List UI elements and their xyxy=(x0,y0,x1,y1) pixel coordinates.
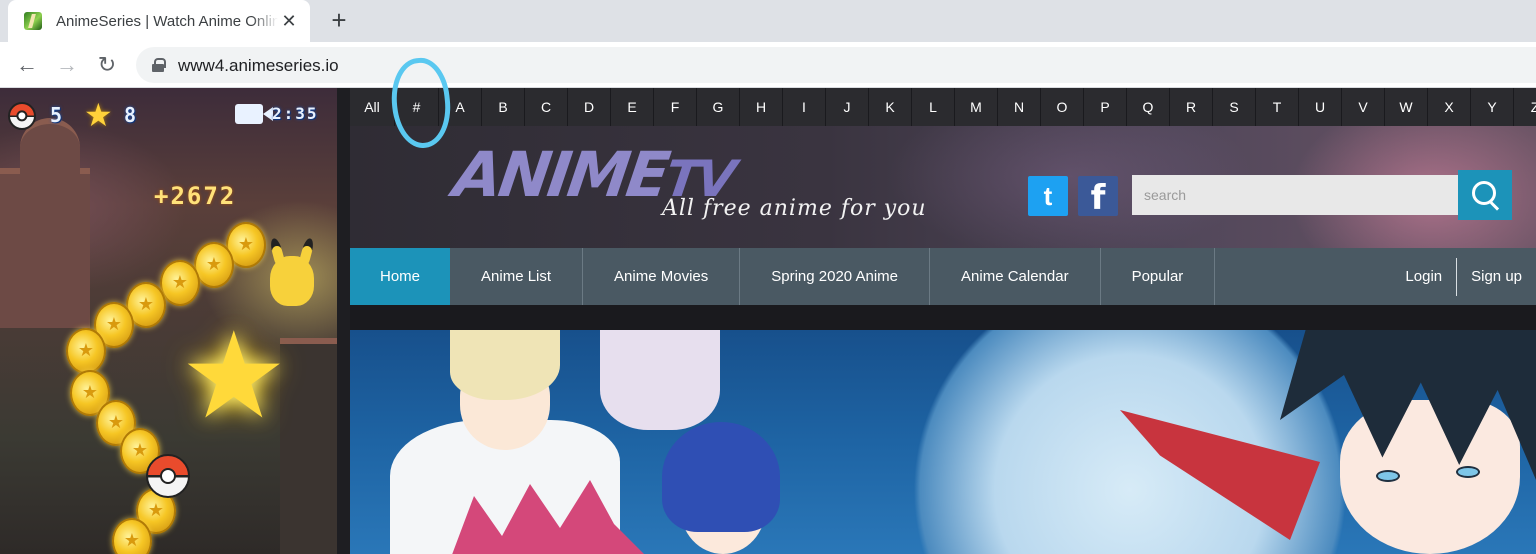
az-filter-e[interactable]: E xyxy=(611,88,654,126)
nav-item-anime-movies[interactable]: Anime Movies xyxy=(583,248,741,305)
az-filter-all[interactable]: All xyxy=(350,88,395,126)
score-popup: +2672 xyxy=(154,182,237,210)
game-advertisement[interactable]: 5 ★ 8 2:35 +2672 ★ xyxy=(0,88,337,554)
az-filter-r[interactable]: R xyxy=(1170,88,1213,126)
az-filter-i[interactable]: I xyxy=(783,88,826,126)
az-filter-c[interactable]: C xyxy=(525,88,568,126)
star-icon: ★ xyxy=(84,97,113,133)
browser-tabstrip: AnimeSeries | Watch Anime Online ✕ + xyxy=(0,0,1536,42)
az-filter-w[interactable]: W xyxy=(1385,88,1428,126)
lock-icon[interactable] xyxy=(152,58,166,72)
az-filter-j[interactable]: J xyxy=(826,88,869,126)
az-filter-h[interactable]: H xyxy=(740,88,783,126)
facebook-icon[interactable]: f xyxy=(1078,176,1118,218)
pokeball-icon xyxy=(146,454,190,498)
az-filter-q[interactable]: Q xyxy=(1127,88,1170,126)
close-tab-icon[interactable]: ✕ xyxy=(280,12,298,30)
az-filter-v[interactable]: V xyxy=(1342,88,1385,126)
coin xyxy=(160,260,200,306)
nav-item-popular[interactable]: Popular xyxy=(1101,248,1216,305)
search-input[interactable] xyxy=(1132,175,1458,215)
featured-anime-banner[interactable] xyxy=(350,330,1536,554)
video-camera-icon xyxy=(235,104,273,124)
twitter-icon[interactable]: t xyxy=(1028,176,1068,216)
az-filter-m[interactable]: M xyxy=(955,88,998,126)
nav-item-spring-2020-anime[interactable]: Spring 2020 Anime xyxy=(740,248,931,305)
az-filter-z[interactable]: Z xyxy=(1514,88,1536,126)
az-filter-n[interactable]: N xyxy=(998,88,1041,126)
az-filter-g[interactable]: G xyxy=(697,88,740,126)
main-navigation: Home Anime List Anime Movies Spring 2020 An… xyxy=(350,248,1536,305)
back-button[interactable]: ← xyxy=(14,52,40,78)
coin xyxy=(194,242,234,288)
browser-toolbar: ← → ↻ www4.animeseries.io xyxy=(0,42,1536,88)
az-filter-x[interactable]: X xyxy=(1428,88,1471,126)
new-tab-button[interactable]: + xyxy=(326,7,352,34)
site-header: ANIMETV All free anime for you t f xyxy=(350,126,1536,248)
forward-button[interactable]: → xyxy=(54,52,80,78)
coin xyxy=(66,328,106,374)
banner-red-scarf xyxy=(1120,410,1320,540)
nav-item-home[interactable]: Home xyxy=(350,248,451,305)
az-filter-t[interactable]: T xyxy=(1256,88,1299,126)
pokeball-count: 5 xyxy=(50,103,63,127)
signup-link[interactable]: Sign up xyxy=(1457,268,1536,285)
pikachu-character xyxy=(262,237,322,308)
search-icon[interactable] xyxy=(1458,170,1512,220)
pokeball-icon xyxy=(8,102,36,130)
az-filter-l[interactable]: L xyxy=(912,88,955,126)
nav-item-anime-calendar[interactable]: Anime Calendar xyxy=(930,248,1101,305)
banner-character-lavender-hair xyxy=(600,330,720,430)
browser-tab[interactable]: AnimeSeries | Watch Anime Online ✕ xyxy=(8,0,310,42)
az-filter-f[interactable]: F xyxy=(654,88,697,126)
az-filter-u[interactable]: U xyxy=(1299,88,1342,126)
tab-title: AnimeSeries | Watch Anime Online xyxy=(56,12,278,30)
ad-building-right xyxy=(280,338,337,554)
az-filter-d[interactable]: D xyxy=(568,88,611,126)
az-filter-b[interactable]: B xyxy=(482,88,525,126)
alphabet-filter-bar: All # A B C D E F G H I J K L M N O P Q R S T U V W X Y Z xyxy=(350,88,1536,126)
az-filter-s[interactable]: S xyxy=(1213,88,1256,126)
auth-links: Login Sign up xyxy=(1391,248,1536,305)
az-filter-o[interactable]: O xyxy=(1041,88,1084,126)
az-filter-y[interactable]: Y xyxy=(1471,88,1514,126)
az-filter-k[interactable]: K xyxy=(869,88,912,126)
logo-text: ANIME xyxy=(449,138,672,211)
url-text[interactable]: www4.animeseries.io xyxy=(178,56,339,76)
banner-character-blue-hair xyxy=(662,422,780,532)
anime-site: All # A B C D E F G H I J K L M N O P Q R S T U V W X Y Z ANIMETV A… xyxy=(350,88,1536,554)
ad-building-tower xyxy=(20,118,80,188)
ad-building xyxy=(0,168,90,328)
star-count: 8 xyxy=(124,103,137,127)
site-tagline: All free anime for you xyxy=(662,196,927,221)
site-favicon-icon xyxy=(24,12,42,30)
az-filter-p[interactable]: P xyxy=(1084,88,1127,126)
login-link[interactable]: Login xyxy=(1391,268,1456,285)
nav-item-anime-list[interactable]: Anime List xyxy=(450,248,584,305)
big-star-icon: ★ xyxy=(180,309,288,443)
banner-character-blonde-hair xyxy=(450,330,560,400)
reload-button[interactable]: ↻ xyxy=(94,52,120,78)
address-bar[interactable]: www4.animeseries.io xyxy=(136,47,1536,83)
timer: 2:35 xyxy=(272,104,319,123)
